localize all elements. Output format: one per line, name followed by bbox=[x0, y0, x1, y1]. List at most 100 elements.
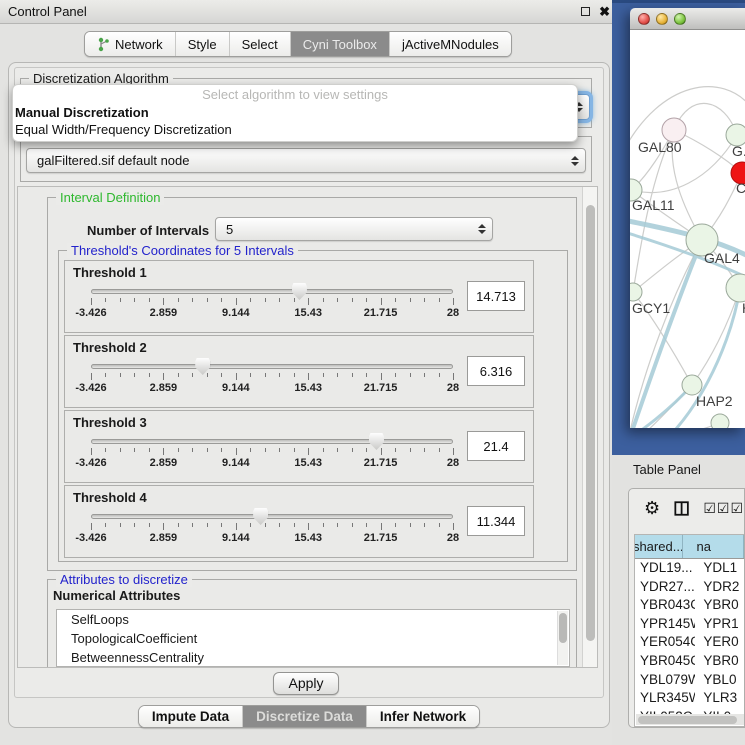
cell-name: YBR0 bbox=[695, 653, 744, 672]
slider-track[interactable] bbox=[91, 514, 453, 519]
threshold-label: Threshold 3 bbox=[73, 415, 525, 430]
cell-name: YBR0 bbox=[695, 597, 744, 616]
tab-label: Select bbox=[242, 37, 278, 52]
popup-option-manual-discretization[interactable]: Manual Discretization bbox=[13, 104, 577, 121]
attribute-list-item[interactable]: TopologicalCoefficient bbox=[57, 629, 569, 648]
slider-ticks bbox=[91, 298, 453, 306]
network-canvas[interactable]: GAL80G.CGAL11GAL4GCY1HHAP2 bbox=[630, 30, 745, 428]
attribute-list-item[interactable]: SelfLoops bbox=[57, 610, 569, 629]
algorithm-dropdown-popup: Select algorithm to view settings Manual… bbox=[12, 84, 578, 142]
threshold-slider[interactable]: -3.4262.8599.14415.4321.71528 bbox=[91, 364, 453, 395]
network-node-hap2[interactable] bbox=[682, 375, 702, 395]
slider-track[interactable] bbox=[91, 439, 453, 444]
table-data-combo[interactable]: galFiltered.sif default node bbox=[26, 148, 586, 173]
close-traffic-light-icon[interactable] bbox=[638, 13, 650, 25]
slider-track[interactable] bbox=[91, 364, 453, 369]
float-window-icon[interactable] bbox=[581, 7, 590, 16]
minimize-traffic-light-icon[interactable] bbox=[656, 13, 668, 25]
settings-scroll-region: Interval Definition Number of Intervals … bbox=[17, 186, 598, 668]
tab-label: Cyni Toolbox bbox=[303, 37, 377, 52]
thresholds-group: Threshold's Coordinates for 5 Intervals … bbox=[58, 250, 568, 562]
threshold-block: Threshold 2 -3.4262.8599.14415.4321.7152… bbox=[64, 335, 534, 408]
control-panel-titlebar: Control Panel ✖ bbox=[0, 0, 618, 24]
tab-style[interactable]: Style bbox=[176, 32, 230, 56]
table-row[interactable]: YBL079WYBL0 bbox=[635, 672, 744, 691]
apply-button[interactable]: Apply bbox=[273, 672, 339, 695]
bottom-tab-bar: Impute DataDiscretize DataInfer Network bbox=[0, 705, 618, 728]
network-node-h[interactable] bbox=[726, 274, 745, 302]
table-panel-box: ⚙ ☑☑☑ shared... na YDL19...YDL1YDR27...Y… bbox=[628, 488, 745, 728]
number-of-intervals-label: Number of Intervals bbox=[87, 223, 209, 238]
column-header-name[interactable]: na bbox=[683, 535, 745, 558]
slider-tick-labels: -3.4262.8599.14415.4321.71528 bbox=[91, 457, 453, 470]
table-row[interactable]: YLR345WYLR3 bbox=[635, 690, 744, 709]
threshold-value-field[interactable] bbox=[467, 281, 525, 311]
bottom-tab-impute-data[interactable]: Impute Data bbox=[139, 706, 243, 727]
gear-icon[interactable]: ⚙ bbox=[644, 499, 660, 517]
network-node-label: GAL11 bbox=[632, 197, 675, 213]
cell-name: YLR3 bbox=[695, 690, 744, 709]
table-row[interactable]: YER054CYER0 bbox=[635, 634, 744, 653]
combo-stepper-icon bbox=[569, 156, 581, 166]
cell-name: YDR2 bbox=[695, 579, 744, 598]
cell-shared-name: YER054C bbox=[635, 634, 695, 653]
cell-shared-name: YDL19... bbox=[635, 560, 695, 579]
cell-name: YER0 bbox=[695, 634, 744, 653]
network-icon bbox=[97, 37, 110, 52]
table-row[interactable]: YPR145WYPR1 bbox=[635, 616, 744, 635]
network-node-label: HAP2 bbox=[696, 393, 733, 409]
threshold-label: Threshold 1 bbox=[73, 265, 525, 280]
table-row[interactable]: YBR045CYBR0 bbox=[635, 653, 744, 672]
threshold-value-field[interactable] bbox=[467, 506, 525, 536]
cell-shared-name: YBR045C bbox=[635, 653, 695, 672]
tab-network[interactable]: Network bbox=[85, 32, 176, 56]
control-panel-tabs: NetworkStyle Select Cyni Toolbox jActiveMNo… bbox=[84, 31, 512, 57]
network-node[interactable] bbox=[711, 414, 729, 428]
cell-name: YBL0 bbox=[695, 672, 744, 691]
bottom-tab-discretize-data[interactable]: Discretize Data bbox=[243, 706, 367, 727]
slider-track[interactable] bbox=[91, 289, 453, 294]
slider-tick-labels: -3.4262.8599.14415.4321.71528 bbox=[91, 382, 453, 395]
threshold-slider[interactable]: -3.4262.8599.14415.4321.71528 bbox=[91, 439, 453, 470]
bottom-tab-infer-network[interactable]: Infer Network bbox=[367, 706, 479, 727]
select-columns-checkbox-icon[interactable]: ☑☑☑ bbox=[703, 501, 744, 515]
table-panel-title: Table Panel bbox=[633, 462, 701, 477]
table-row[interactable]: YDL19...YDL1 bbox=[635, 560, 744, 579]
table-row[interactable]: YDR27...YDR2 bbox=[635, 579, 744, 598]
column-header-shared-name[interactable]: shared... bbox=[635, 535, 683, 558]
close-icon[interactable]: ✖ bbox=[599, 5, 610, 18]
network-node-label: GAL4 bbox=[704, 250, 740, 266]
attribute-list-item[interactable]: BetweennessCentrality bbox=[57, 648, 569, 667]
threshold-slider[interactable]: -3.4262.8599.14415.4321.71528 bbox=[91, 514, 453, 545]
popup-option-equal-width[interactable]: Equal Width/Frequency Discretization bbox=[13, 121, 577, 138]
tab-cyni-toolbox[interactable]: Cyni Toolbox bbox=[291, 32, 390, 56]
network-window-titlebar[interactable] bbox=[630, 8, 745, 30]
cell-shared-name: YDR27... bbox=[635, 579, 695, 598]
number-of-intervals-combo[interactable]: 5 bbox=[215, 217, 493, 241]
thresholds-group-title: Threshold's Coordinates for 5 Intervals bbox=[67, 243, 298, 258]
columns-icon[interactable] bbox=[674, 500, 689, 517]
slider-tick-labels: -3.4262.8599.14415.4321.71528 bbox=[91, 307, 453, 320]
threshold-value-field[interactable] bbox=[467, 431, 525, 461]
zoom-traffic-light-icon[interactable] bbox=[674, 13, 686, 25]
tab-jactivemnodules[interactable]: jActiveMNodules bbox=[390, 32, 511, 56]
threshold-slider[interactable]: -3.4262.8599.14415.4321.71528 bbox=[91, 289, 453, 320]
slider-ticks bbox=[91, 448, 453, 456]
network-node-label: GCY1 bbox=[632, 300, 670, 316]
settings-vertical-scrollbar[interactable] bbox=[582, 187, 597, 667]
cell-shared-name: YLR345W bbox=[635, 690, 695, 709]
tab-select[interactable]: Select bbox=[230, 32, 291, 56]
attributes-list-scrollbar[interactable] bbox=[557, 611, 568, 665]
popup-hint: Select algorithm to view settings bbox=[13, 87, 577, 104]
table-horizontal-scrollbar[interactable] bbox=[636, 714, 744, 725]
cell-shared-name: YBR043C bbox=[635, 597, 695, 616]
table-row[interactable]: YBR043CYBR0 bbox=[635, 597, 744, 616]
cell-shared-name: YPR145W bbox=[635, 616, 695, 635]
table-panel-toolbar: ⚙ ☑☑☑ bbox=[629, 495, 744, 521]
cell-shared-name: YBL079W bbox=[635, 672, 695, 691]
table-panel-region: Table Panel ⚙ ☑☑☑ shared... na YDL19...Y… bbox=[612, 455, 745, 745]
threshold-value-field[interactable] bbox=[467, 356, 525, 386]
tab-label: jActiveMNodules bbox=[402, 37, 499, 52]
slider-ticks bbox=[91, 373, 453, 381]
numerical-attributes-list: SelfLoopsTopologicalCoefficientBetweenne… bbox=[56, 609, 570, 667]
